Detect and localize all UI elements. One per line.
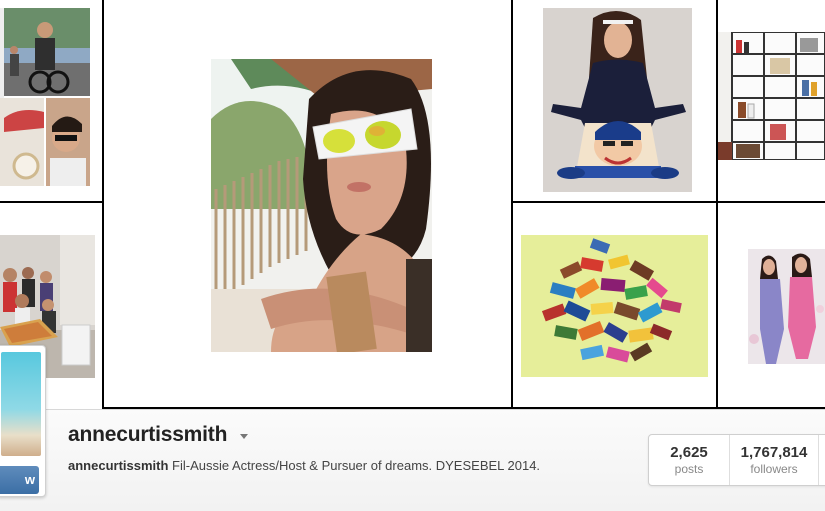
posts-label: posts — [674, 462, 704, 476]
stat-posts[interactable]: 2,625 posts — [649, 435, 730, 485]
photo-grid — [0, 0, 825, 409]
bio-text: Fil-Aussie Actress/Host & Pursuer of dre… — [172, 458, 541, 473]
photo-tile-dresses[interactable] — [718, 203, 825, 407]
posts-count: 2,625 — [670, 444, 708, 461]
profile-username[interactable]: annecurtissmith — [68, 423, 227, 447]
sunglasses-photo — [211, 59, 432, 352]
follow-button[interactable]: w — [0, 466, 39, 494]
profile-header: annecurtissmith annecurtissmith Fil-Auss… — [0, 409, 825, 511]
caret-down-icon[interactable] — [240, 434, 248, 439]
photo-tile-bookshelf[interactable] — [718, 0, 825, 201]
profile-bio: annecurtissmith Fil-Aussie Actress/Host … — [68, 458, 540, 473]
dresses-photo — [748, 249, 825, 364]
followers-count: 1,767,814 — [740, 444, 808, 461]
followers-label: followers — [750, 462, 798, 476]
photo-tile-candy[interactable] — [513, 203, 716, 407]
photo-tile-sunglasses[interactable] — [104, 0, 511, 407]
candy-photo — [521, 235, 708, 377]
photo-tile-collage[interactable] — [0, 0, 102, 201]
stat-followers[interactable]: 1,767,814 followers — [730, 435, 819, 485]
avatar[interactable] — [1, 352, 41, 456]
collage-photo — [0, 8, 90, 186]
pose-photo — [543, 8, 692, 192]
bio-username: annecurtissmith — [68, 458, 169, 473]
profile-avatar-card: w — [0, 345, 46, 497]
photo-tile-pose[interactable] — [513, 0, 716, 201]
bookshelf-photo — [718, 32, 825, 160]
profile-stats: 2,625 posts 1,767,814 followers — [648, 434, 825, 486]
